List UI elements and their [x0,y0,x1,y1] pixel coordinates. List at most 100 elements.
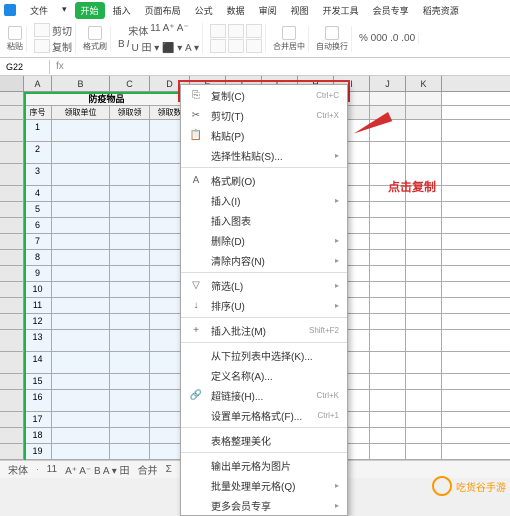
row-header[interactable] [0,120,24,141]
align-center[interactable] [228,39,244,53]
row-header[interactable] [0,390,24,411]
paste-group[interactable]: 粘贴 [4,26,27,52]
menu-item[interactable]: 表格整理美化 [181,430,347,450]
menu-item[interactable]: ↓排序(U)▸ [181,295,347,315]
hdr-seq[interactable]: 序号 [24,106,52,119]
seq-cell[interactable]: 1 [24,120,52,141]
col-header[interactable]: C [110,76,150,91]
menu-item[interactable]: +插入批注(M)Shift+F2 [181,320,347,340]
seq-cell[interactable]: 18 [24,428,52,443]
menu-item[interactable]: 定义名称(A)... [181,365,347,385]
menu-file[interactable]: 文件 [24,2,54,19]
row-header[interactable] [0,330,24,351]
row-header[interactable] [0,164,24,185]
menu-data[interactable]: 数据 [221,2,251,19]
align-left[interactable] [210,39,226,53]
menu-item[interactable]: 批量处理单元格(Q)▸ [181,475,347,495]
sum-btn[interactable]: Σ [166,464,172,475]
name-box[interactable]: G22 [0,60,50,74]
menu-item[interactable]: ⎘复制(C)Ctrl+C [181,85,347,105]
menu-item[interactable]: 🔗超链接(H)...Ctrl+K [181,385,347,405]
col-header[interactable]: K [406,76,442,91]
menu-item[interactable]: 输出单元格为图片 [181,455,347,475]
row-header[interactable] [0,352,24,373]
menu-review[interactable]: 审阅 [253,2,283,19]
row-header[interactable] [0,282,24,297]
fx-icon[interactable]: fx [50,59,70,74]
menu-item[interactable]: 插入(I)▸ [181,190,347,210]
wrap-group[interactable]: 自动换行 [313,26,352,52]
row-header[interactable] [0,374,24,389]
row-header[interactable] [0,92,24,105]
col-header[interactable]: B [52,76,110,91]
seq-cell[interactable]: 13 [24,330,52,351]
row-header[interactable] [0,106,24,119]
menu-item[interactable]: 删除(D)▸ [181,230,347,250]
merge-group[interactable]: 合并居中 [270,26,309,52]
col-header[interactable]: J [370,76,406,91]
row-header[interactable] [0,202,24,217]
menu-item[interactable]: 设置单元格格式(F)...Ctrl+1 [181,405,347,425]
seq-cell[interactable]: 6 [24,218,52,233]
seq-cell[interactable]: 19 [24,444,52,459]
row-header[interactable] [0,234,24,249]
seq-cell[interactable]: 15 [24,374,52,389]
menu-formula[interactable]: 公式 [189,2,219,19]
format-group[interactable]: 格式刷 [80,26,111,52]
seq-cell[interactable]: 8 [24,250,52,265]
menu-vip[interactable]: 会员专享 [367,2,415,19]
row-header[interactable] [0,444,24,459]
row-header[interactable] [0,298,24,313]
menu-item[interactable]: ✂剪切(T)Ctrl+X [181,105,347,125]
hdr-c[interactable]: 领取领 [110,106,150,119]
menu-item[interactable]: ▽筛选(L)▸ [181,275,347,295]
menu-insert[interactable]: 插入 [107,2,137,19]
menu-caret[interactable]: ▾ [56,2,73,19]
row-header[interactable] [0,314,24,329]
seq-cell[interactable]: 7 [24,234,52,249]
menu-res[interactable]: 稻壳资源 [417,2,465,19]
row-header[interactable] [0,218,24,233]
merge-btn[interactable]: 合并 [138,462,158,477]
row-header[interactable] [0,428,24,443]
menu-item[interactable]: 清除内容(N)▸ [181,250,347,270]
hdr-unit[interactable]: 领取单位 [52,106,110,119]
table-title[interactable]: 防疫物品 [24,92,190,105]
menu-item[interactable]: A格式刷(O) [181,170,347,190]
seq-cell[interactable]: 12 [24,314,52,329]
menu-start[interactable]: 开始 [75,2,105,19]
align-right[interactable] [246,39,262,53]
row-header[interactable] [0,412,24,427]
row-header[interactable] [0,250,24,265]
seq-cell[interactable]: 4 [24,186,52,201]
copy-button[interactable] [34,39,50,53]
seq-cell[interactable]: 2 [24,142,52,163]
menu-item[interactable]: 选择性粘贴(S)...▸ [181,145,347,165]
menu-item[interactable]: 更多会员专享▸ [181,495,347,515]
row-header[interactable] [0,186,24,201]
size-select[interactable]: 11 [150,23,160,38]
row-header[interactable] [0,266,24,281]
cut-button[interactable] [34,23,50,37]
seq-cell[interactable]: 3 [24,164,52,185]
row-header[interactable] [0,142,24,163]
col-header[interactable]: A [24,76,52,91]
font-select[interactable]: 宋体 [128,23,148,38]
menu-item[interactable]: 插入图表 [181,210,347,230]
menu-item[interactable]: 📋粘贴(P) [181,125,347,145]
seq-cell[interactable]: 9 [24,266,52,281]
seq-cell[interactable]: 16 [24,390,52,411]
align-mid[interactable] [228,24,244,38]
seq-cell[interactable]: 11 [24,298,52,313]
menu-layout[interactable]: 页面布局 [139,2,187,19]
menu-dev[interactable]: 开发工具 [317,2,365,19]
select-all-corner[interactable] [0,76,24,91]
menu-item[interactable]: 从下拉列表中选择(K)... [181,345,347,365]
align-bot[interactable] [246,24,262,38]
align-top[interactable] [210,24,226,38]
seq-cell[interactable]: 14 [24,352,52,373]
menu-view[interactable]: 视图 [285,2,315,19]
seq-cell[interactable]: 10 [24,282,52,297]
seq-cell[interactable]: 17 [24,412,52,427]
seq-cell[interactable]: 5 [24,202,52,217]
